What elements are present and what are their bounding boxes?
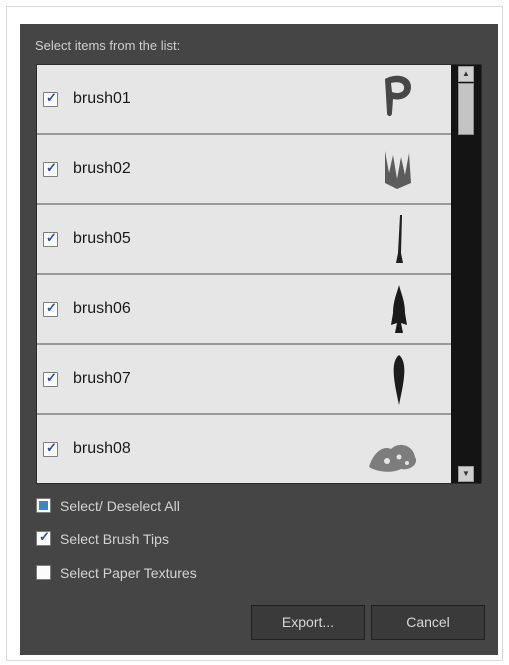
brush-tip-splatter-icon: [385, 151, 411, 189]
list-item[interactable]: ✓ brush07: [37, 345, 451, 415]
select-all-label: Select/ Deselect All: [60, 498, 180, 514]
brush-tip-stroke-icon: [393, 355, 405, 405]
brush-tip-p-icon: [385, 75, 411, 116]
list-item[interactable]: ✓ brush01: [37, 65, 451, 135]
item-checkbox[interactable]: ✓: [43, 90, 58, 107]
item-checkbox[interactable]: ✓: [43, 300, 58, 317]
check-icon: ✓: [46, 300, 57, 315]
list-item[interactable]: ✓ brush06: [37, 275, 451, 345]
dialog-prompt: Select items from the list:: [35, 38, 181, 53]
list-item[interactable]: ✓ brush02: [37, 135, 451, 205]
item-label: brush05: [73, 230, 131, 247]
scroll-thumb[interactable]: [458, 83, 474, 135]
brush-tip-thin-icon: [396, 215, 403, 263]
item-label: brush02: [73, 160, 131, 177]
partial-check-icon: [39, 501, 48, 510]
check-icon: ✓: [46, 160, 57, 175]
check-icon: ✓: [46, 90, 57, 105]
brush-tip-sponge-icon: [369, 444, 417, 472]
select-all-checkbox[interactable]: [36, 498, 51, 513]
brush-tips-label: Select Brush Tips: [60, 531, 169, 547]
check-icon: ✓: [46, 230, 57, 245]
check-icon: ✓: [46, 440, 57, 455]
brush-tips-checkbox[interactable]: ✓: [36, 529, 51, 546]
check-icon: ✓: [39, 529, 50, 544]
brush-list-rows: ✓ brush01 ✓ brush02 ✓ brush05 ✓ brush06 …: [37, 65, 451, 483]
item-checkbox[interactable]: ✓: [43, 230, 58, 247]
paper-textures-checkbox[interactable]: [36, 565, 51, 580]
scroll-up-icon[interactable]: ▲: [458, 66, 474, 82]
brush-tip-point-icon: [391, 285, 407, 333]
list-item[interactable]: ✓ brush08: [37, 415, 451, 483]
scroll-down-icon[interactable]: ▼: [458, 466, 474, 482]
check-icon: ✓: [46, 370, 57, 385]
item-checkbox[interactable]: ✓: [43, 370, 58, 387]
item-label: brush01: [73, 90, 131, 107]
brush-list[interactable]: ✓ brush01 ✓ brush02 ✓ brush05 ✓ brush06 …: [36, 64, 482, 484]
item-checkbox[interactable]: ✓: [43, 440, 58, 457]
item-label: brush08: [73, 440, 131, 457]
item-label: brush06: [73, 300, 131, 317]
export-button[interactable]: Export...: [251, 605, 365, 640]
list-item[interactable]: ✓ brush05: [37, 205, 451, 275]
list-scrollbar[interactable]: ▲ ▼: [451, 65, 481, 483]
export-brushes-dialog: Select items from the list: ✓ brush01 ✓ …: [20, 24, 498, 655]
item-label: brush07: [73, 370, 131, 387]
item-checkbox[interactable]: ✓: [43, 160, 58, 177]
cancel-button[interactable]: Cancel: [371, 605, 485, 640]
paper-textures-label: Select Paper Textures: [60, 565, 197, 581]
